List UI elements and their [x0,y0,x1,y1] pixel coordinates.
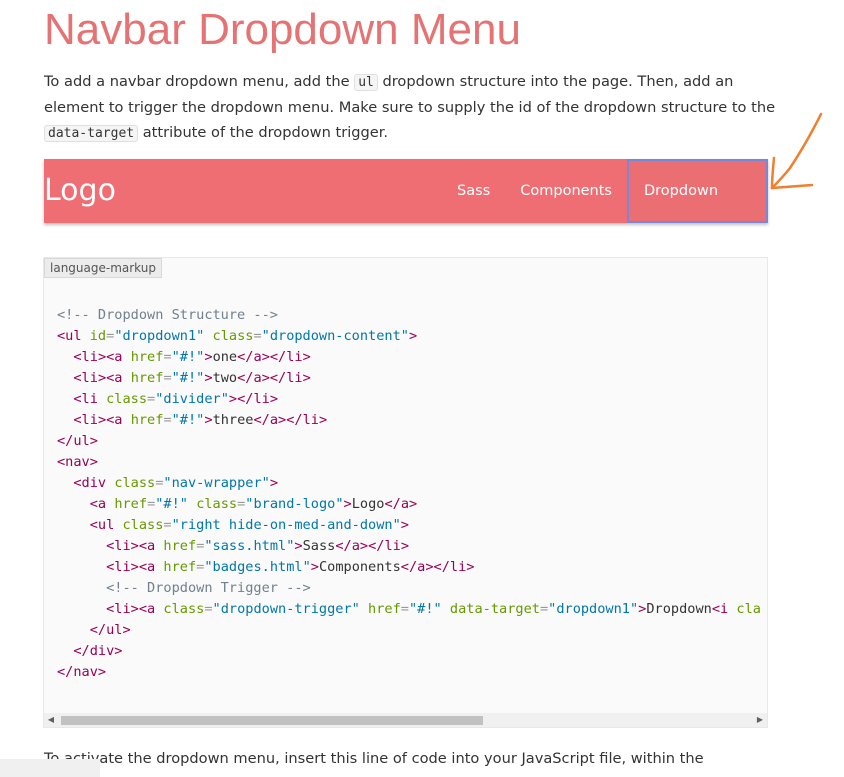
code-line: <li><a href="#!">one</a></li> [73,349,311,365]
intro-text-1: To add a navbar dropdown menu, add the [44,73,355,90]
nav-link-sass[interactable]: Sass [442,159,505,223]
code-scroll-area[interactable]: <!-- Dropdown Structure --> <ul id="drop… [44,258,767,712]
code-line: <div class="nav-wrapper"> [73,475,279,491]
nav-dropdown-trigger[interactable]: Dropdown [627,159,768,254]
nav-link-components[interactable]: Components [505,159,627,223]
intro-paragraph: To add a navbar dropdown menu, add the u… [44,69,784,146]
brand-logo[interactable]: Logo [44,159,116,223]
code-line: <li><a href="badges.html">Components</a>… [106,559,475,575]
code-line: <li><a href="#!">two</a></li> [73,370,311,386]
code-line: </nav> [57,664,107,680]
code-line: </div> [73,643,123,659]
language-label: language-markup [44,258,162,278]
inline-code-data-target: data-target [44,125,139,142]
code-line: <!-- Dropdown Trigger --> [106,580,311,596]
page-title: Navbar Dropdown Menu [44,5,521,54]
horizontal-scrollbar[interactable]: ◀ ▶ [44,713,767,727]
code-line: </ul> [89,622,131,638]
code-line: <li class="divider"></li> [73,391,279,407]
code-line: <ul class="right hide-on-med-and-down"> [89,517,409,533]
scrollbar-thumb[interactable] [61,716,483,725]
overlay-bar [0,759,100,777]
scroll-left-arrow-icon[interactable]: ◀ [44,713,58,727]
code-line: <ul id="dropdown1" class="dropdown-conte… [57,328,418,344]
dropdown-label: Dropdown [644,183,719,199]
code-block: <!-- Dropdown Structure --> <ul id="drop… [43,257,768,728]
code-line: </ul> [57,433,98,449]
code-line: <li><a class="dropdown-trigger" href="#!… [106,601,761,617]
hand-drawn-arrow-icon [770,112,823,190]
outro-paragraph: To activate the dropdown menu, insert th… [44,750,704,767]
code-line: <!-- Dropdown Structure --> [57,307,278,323]
nav-links: Sass Components Dropdown [442,159,768,254]
scroll-right-arrow-icon[interactable]: ▶ [753,713,767,727]
code-line: <a href="#!" class="brand-logo">Logo</a> [89,496,418,512]
demo-navbar: Logo Sass Components Dropdown [44,159,768,254]
code-line: <nav> [57,454,98,470]
code-content: <!-- Dropdown Structure --> <ul id="drop… [57,305,761,683]
code-line: <li><a href="#!">three</a></li> [73,412,328,428]
inline-code-ul: ul [354,74,378,91]
arrow-drop-down-icon [666,248,676,254]
intro-text-3: attribute of the dropdown trigger. [138,124,389,141]
code-line: <li><a href="sass.html">Sass</a></li> [106,538,410,554]
